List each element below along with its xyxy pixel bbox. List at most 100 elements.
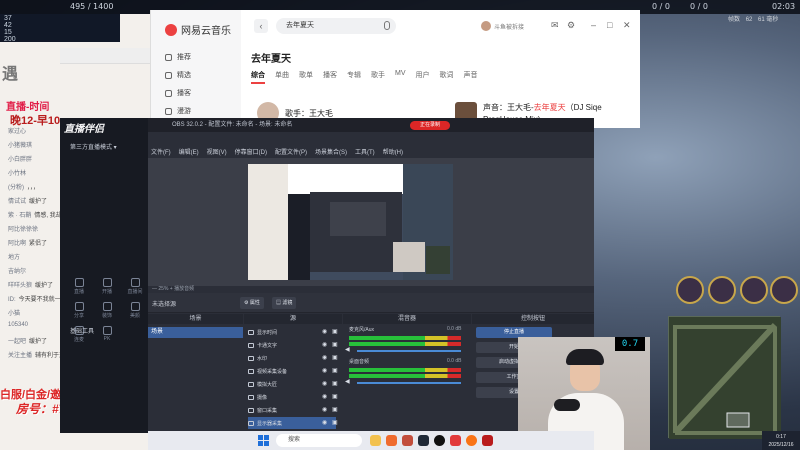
obs-app-icon[interactable] bbox=[418, 435, 429, 446]
chat-user[interactable]: 小白胖胖 bbox=[8, 157, 32, 163]
windows-start-icon[interactable] bbox=[258, 435, 269, 446]
search-tab[interactable]: 歌手 bbox=[371, 70, 385, 84]
search-tab[interactable]: 播客 bbox=[323, 70, 337, 84]
preview-canvas[interactable] bbox=[248, 164, 453, 280]
chat-user[interactable]: 关注主播 bbox=[8, 353, 32, 359]
source-item[interactable]: 摄像 ◉ ▣ bbox=[248, 391, 338, 403]
source-item[interactable]: 视频采集设备 ◉ ▣ bbox=[248, 365, 338, 377]
source-item[interactable]: 卡通文字 ◉ ▣ bbox=[248, 339, 338, 351]
firefox-icon[interactable] bbox=[386, 435, 397, 446]
chat-user[interactable]: 咩咩头狼 bbox=[8, 283, 32, 289]
chat-user[interactable]: 小猪薇琪 bbox=[8, 143, 32, 149]
minimize-icon[interactable]: – bbox=[591, 20, 596, 30]
music-search-input[interactable]: 去年夏天 bbox=[276, 18, 396, 34]
lock-icon[interactable]: ▣ bbox=[332, 341, 338, 348]
chat-user[interactable]: 吉纳尔 bbox=[8, 269, 26, 275]
chat-user[interactable]: 阿比徐徐徐 bbox=[8, 227, 38, 233]
chat-user[interactable]: 紫 · 石鞘 bbox=[8, 213, 31, 219]
sidebar-item-roam[interactable]: 漫游 bbox=[165, 106, 191, 116]
recording-indicator[interactable]: 正在录制 bbox=[410, 121, 450, 130]
chrome-icon[interactable] bbox=[434, 435, 445, 446]
filters-button[interactable]: ▤ 滤镜 bbox=[272, 297, 297, 309]
obs-menu-item[interactable]: 视图(V) bbox=[207, 148, 227, 158]
obs-menu-item[interactable]: 停靠窗口(D) bbox=[235, 148, 267, 158]
chat-user[interactable]: ID: bbox=[8, 297, 16, 303]
obs-menu-item[interactable]: 场景集合(S) bbox=[315, 148, 347, 158]
source-item[interactable]: 水印 ◉ ▣ bbox=[248, 352, 338, 364]
lock-icon[interactable]: ▣ bbox=[332, 328, 338, 335]
chat-user[interactable]: 小猫 bbox=[8, 311, 20, 317]
companion-tool[interactable]: 分享 bbox=[68, 302, 90, 320]
source-item[interactable]: 显示器采集 ◉ ▣ bbox=[248, 417, 338, 429]
chat-window-bar[interactable] bbox=[60, 48, 150, 64]
netease-music-icon[interactable] bbox=[450, 435, 461, 446]
source-item[interactable]: 窗口采集 ◉ ▣ bbox=[248, 404, 338, 416]
music-user[interactable]: 斗鱼被拆接 bbox=[481, 21, 524, 31]
microphone-icon[interactable] bbox=[384, 21, 390, 30]
maximize-icon[interactable]: □ bbox=[607, 20, 612, 30]
lock-icon[interactable]: ▣ bbox=[332, 393, 338, 400]
companion-tool[interactable]: 装饰 bbox=[96, 302, 118, 320]
mode-dropdown[interactable]: 第三方直播模式 ▾ bbox=[70, 142, 117, 151]
back-button[interactable]: ‹ bbox=[254, 19, 268, 33]
sidebar-item-recommend[interactable]: 推荐 bbox=[165, 52, 191, 62]
source-item[interactable]: 模拟大匠 ◉ ▣ bbox=[248, 378, 338, 390]
lock-icon[interactable]: ▣ bbox=[332, 419, 338, 426]
lock-icon[interactable]: ▣ bbox=[332, 406, 338, 413]
source-item[interactable]: 显示时间 ◉ ▣ bbox=[248, 326, 338, 338]
chat-user[interactable]: 105340 bbox=[8, 322, 28, 328]
obs-menu-item[interactable]: 工具(T) bbox=[355, 148, 375, 158]
visibility-eye-icon[interactable]: ◉ bbox=[322, 419, 327, 426]
visibility-eye-icon[interactable]: ◉ bbox=[322, 406, 327, 413]
companion-tool[interactable]: 开播 bbox=[96, 278, 118, 296]
speaker-icon[interactable]: ◀ bbox=[345, 346, 350, 353]
search-tab[interactable]: 单曲 bbox=[275, 70, 289, 84]
search-tab[interactable]: 用户 bbox=[416, 70, 430, 84]
lock-icon[interactable]: ▣ bbox=[332, 380, 338, 387]
visibility-eye-icon[interactable]: ◉ bbox=[322, 354, 327, 361]
close-icon[interactable]: ✕ bbox=[623, 20, 631, 31]
search-tab[interactable]: 专辑 bbox=[347, 70, 361, 84]
sidebar-item-featured[interactable]: 精选 bbox=[165, 70, 191, 80]
visibility-eye-icon[interactable]: ◉ bbox=[322, 328, 327, 335]
file-explorer-icon[interactable] bbox=[370, 435, 381, 446]
game-client-icon[interactable] bbox=[482, 435, 493, 446]
chat-user[interactable]: 阿比啊 bbox=[8, 241, 26, 247]
obs-menu-item[interactable]: 帮助(H) bbox=[383, 148, 403, 158]
volume-fader[interactable] bbox=[357, 382, 461, 384]
companion-tool[interactable]: 直播 bbox=[68, 278, 90, 296]
obs-menu-item[interactable]: 编辑(E) bbox=[179, 148, 199, 158]
chat-user[interactable]: 小竹林 bbox=[8, 171, 26, 177]
companion-tool[interactable]: PK bbox=[96, 326, 118, 344]
visibility-eye-icon[interactable]: ◉ bbox=[322, 380, 327, 387]
visibility-eye-icon[interactable]: ◉ bbox=[322, 367, 327, 374]
taskbar-search[interactable]: 搜索 bbox=[276, 434, 362, 447]
settings-icon[interactable]: ⚙ bbox=[567, 20, 575, 31]
mail-icon[interactable]: ✉ bbox=[551, 20, 559, 31]
chat-user[interactable]: (分粉) bbox=[8, 185, 24, 191]
properties-button[interactable]: ⚙ 属性 bbox=[240, 297, 264, 309]
search-tab[interactable]: 歌单 bbox=[299, 70, 313, 84]
chat-user[interactable]: 一起吧 bbox=[8, 339, 26, 345]
app-icon[interactable] bbox=[402, 435, 413, 446]
search-tab[interactable]: 歌词 bbox=[440, 70, 454, 84]
chat-user[interactable]: 地方 bbox=[8, 255, 20, 261]
volume-fader[interactable] bbox=[357, 350, 461, 352]
companion-tool[interactable]: 美颜 bbox=[124, 302, 146, 320]
chat-user[interactable]: 情试试 bbox=[8, 199, 26, 205]
obs-menu-item[interactable]: 配置文件(P) bbox=[275, 148, 307, 158]
lock-icon[interactable]: ▣ bbox=[332, 367, 338, 374]
visibility-eye-icon[interactable]: ◉ bbox=[322, 341, 327, 348]
companion-tool[interactable]: 直播间 bbox=[124, 278, 146, 296]
search-tab[interactable]: 声音 bbox=[464, 70, 478, 84]
visibility-eye-icon[interactable]: ◉ bbox=[322, 393, 327, 400]
search-tab[interactable]: MV bbox=[395, 70, 406, 84]
speaker-icon[interactable]: ◀ bbox=[345, 378, 350, 385]
app-icon[interactable] bbox=[466, 435, 477, 446]
search-tab[interactable]: 综合 bbox=[251, 70, 265, 84]
lock-icon[interactable]: ▣ bbox=[332, 354, 338, 361]
obs-menu-item[interactable]: 文件(F) bbox=[151, 148, 171, 158]
sidebar-item-podcast[interactable]: 播客 bbox=[165, 88, 191, 98]
scene-item[interactable]: 场景 bbox=[148, 327, 243, 338]
game-minimap[interactable] bbox=[668, 316, 781, 439]
